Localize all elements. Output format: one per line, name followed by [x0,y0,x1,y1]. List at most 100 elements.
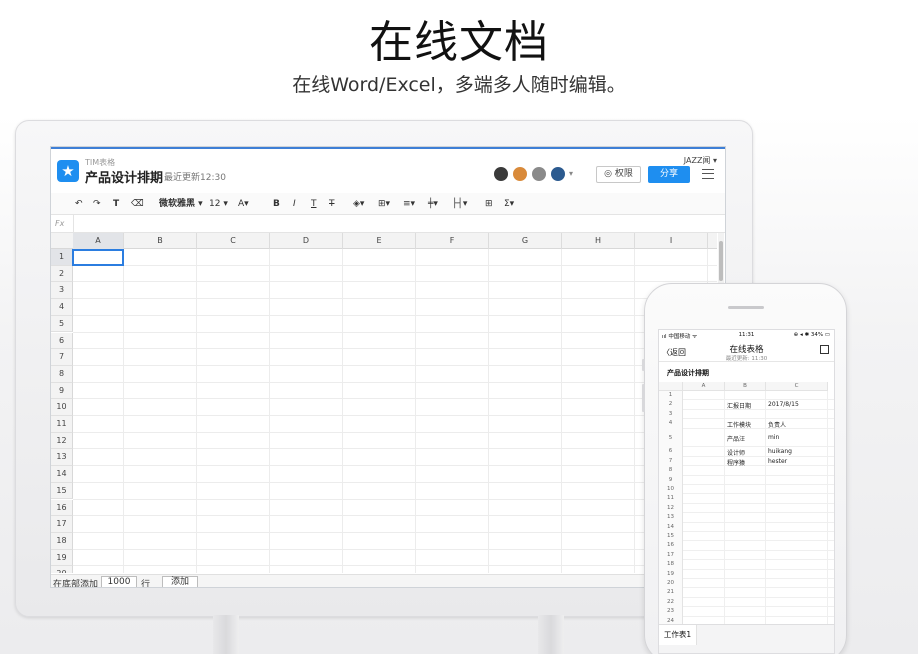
row-header[interactable]: 5 [51,315,73,333]
align-icon[interactable]: ≡▾ [403,197,415,211]
row-header[interactable]: 14 [659,522,683,532]
row-header[interactable]: 7 [659,456,683,467]
row-header[interactable]: 18 [659,560,683,570]
row-header[interactable]: 23 [659,607,683,617]
avatar[interactable] [512,166,528,182]
column-header[interactable]: E [343,233,416,249]
row-header[interactable]: 2 [51,265,73,283]
cell[interactable]: min [768,434,779,441]
row-header[interactable]: 6 [51,332,73,350]
row-header[interactable]: 13 [659,513,683,523]
eraser-icon[interactable]: ⌫ [131,197,144,211]
avatar[interactable] [531,166,547,182]
document-title[interactable]: 产品设计排期 [85,167,163,186]
row-header[interactable]: 20 [51,566,73,573]
row-header[interactable]: 14 [51,466,73,483]
row-header[interactable]: 6 [659,447,683,457]
column-header[interactable]: F [416,233,489,249]
redo-icon[interactable]: ↷ [93,197,101,211]
vertical-align-icon[interactable]: ╪▾ [428,197,438,211]
row-header[interactable]: 7 [51,349,73,366]
row-count-input[interactable]: 1000 [101,576,137,587]
row-header[interactable]: 12 [659,503,683,514]
row-header[interactable]: 9 [51,382,73,400]
cell[interactable]: 汇报日期 [727,401,751,410]
column-header[interactable]: H [562,233,635,249]
row-header[interactable]: 10 [659,485,683,495]
cell[interactable]: 负责人 [768,420,786,429]
sum-icon[interactable]: Σ▾ [504,197,514,211]
permission-button[interactable]: ◎ 权限 [596,166,641,183]
row-header[interactable]: 18 [51,532,73,550]
column-header[interactable]: A [73,233,124,249]
row-header[interactable]: 3 [51,282,73,300]
row-header[interactable]: 12 [51,432,73,450]
column-header[interactable]: D [270,233,343,249]
cell[interactable]: 产品汪 [727,434,745,443]
row-header[interactable]: 2 [659,400,683,410]
cell[interactable]: 工作模块 [727,420,751,429]
sheet-tab[interactable]: 工作表1 [659,625,697,645]
row-header[interactable]: 22 [659,597,683,608]
merge-cells-icon[interactable]: ├┤▾ [452,197,467,211]
cell[interactable]: hester [768,458,787,465]
formula-bar[interactable]: Fx [51,215,725,233]
bold-icon[interactable]: B [273,197,280,211]
cell[interactable]: 设计师 [727,448,745,457]
column-header[interactable]: B [725,382,766,391]
column-header[interactable]: C [766,382,828,391]
collaborator-avatars[interactable]: ▾ [493,166,573,182]
row-header[interactable]: 15 [659,532,683,542]
row-header[interactable]: 16 [659,541,683,551]
cell[interactable]: 程序猿 [727,458,745,467]
row-header[interactable]: 17 [51,516,73,533]
row-header[interactable]: 21 [659,588,683,598]
add-rows-button[interactable]: 添加 [162,576,198,587]
share-external-icon[interactable] [820,345,829,354]
row-header[interactable]: 10 [51,399,73,416]
font-color-icon[interactable]: A▾ [238,197,249,211]
column-header[interactable]: A [683,382,725,391]
row-header[interactable]: 11 [659,494,683,504]
italic-icon[interactable]: I [293,197,296,211]
user-menu[interactable]: JAZZ闻 ▾ [684,155,717,166]
format-painter-icon[interactable]: T [113,197,119,211]
avatar[interactable] [493,166,509,182]
row-header[interactable]: 16 [51,499,73,517]
chevron-down-icon[interactable]: ▾ [569,169,573,178]
row-header[interactable]: 8 [659,466,683,476]
row-header[interactable]: 1 [659,391,683,401]
column-header[interactable]: C [197,233,270,249]
share-button[interactable]: 分享 [648,166,690,183]
row-header[interactable]: 13 [51,449,73,467]
underline-icon[interactable]: T [311,197,317,211]
row-header[interactable]: 1 [51,249,73,266]
strikethrough-icon[interactable]: T [329,197,335,211]
font-size-select[interactable]: 12 ▾ [209,197,228,211]
spreadsheet-grid[interactable]: ABCDEFGHI1234567891011121314151617181920 [51,233,717,573]
fill-color-icon[interactable]: ◈▾ [353,197,364,211]
row-header[interactable]: 17 [659,550,683,561]
border-icon[interactable]: ⊞▾ [378,197,390,211]
scrollbar-thumb[interactable] [719,241,723,281]
row-header[interactable]: 15 [51,482,73,500]
row-header[interactable]: 19 [51,549,73,567]
row-header[interactable]: 4 [659,419,683,429]
cell[interactable]: 2017/8/15 [768,401,799,408]
undo-icon[interactable]: ↶ [75,197,83,211]
column-header[interactable]: I [635,233,708,249]
hamburger-menu-icon[interactable] [702,169,714,179]
row-header[interactable]: 8 [51,365,73,383]
row-header[interactable]: 20 [659,579,683,589]
column-header[interactable]: B [124,233,197,249]
avatar[interactable] [550,166,566,182]
cell[interactable]: huikang [768,448,792,455]
row-header[interactable]: 5 [659,428,683,448]
row-header[interactable]: 11 [51,416,73,433]
column-header[interactable]: G [489,233,562,249]
row-header[interactable]: 9 [659,475,683,485]
selected-cell[interactable] [72,249,124,266]
font-family-select[interactable]: 微软雅黑 ▾ [159,197,203,211]
row-header[interactable]: 19 [659,569,683,579]
freeze-icon[interactable]: ⊞ [485,197,493,211]
